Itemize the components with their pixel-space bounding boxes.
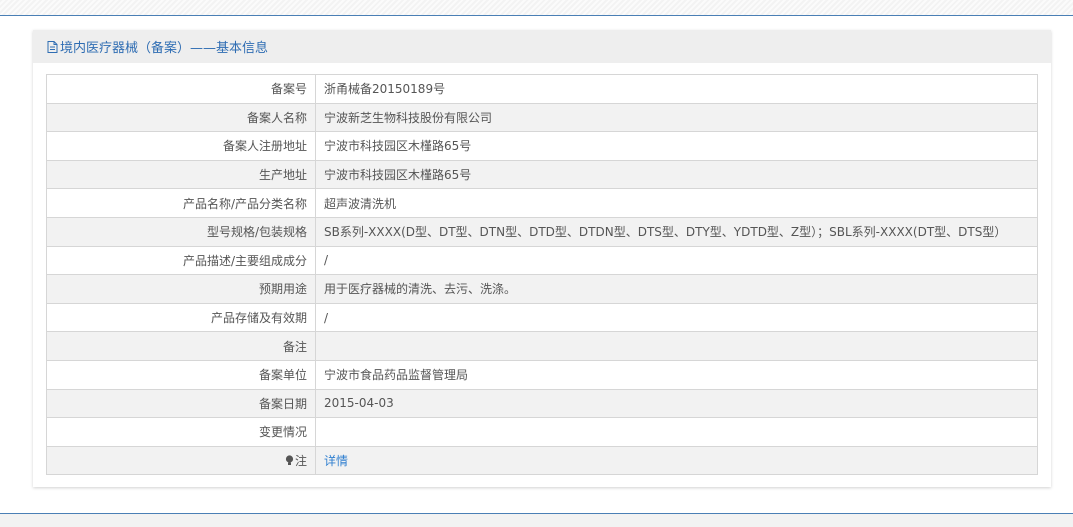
row-value: / — [315, 245, 1038, 276]
info-table: 备案号 浙甬械备20150189号 备案人名称 宁波新芝生物科技股份有限公司 备… — [46, 74, 1038, 476]
row-value: SB系列-XXXX(D型、DT型、DTN型、DTD型、DTDN型、DTS型、DT… — [315, 216, 1038, 247]
top-decorative-band — [0, 0, 1073, 16]
note-label-cell: 注 — [46, 445, 316, 476]
row-label: 预期用途 — [46, 274, 316, 304]
table-row: 备案人名称 宁波新芝生物科技股份有限公司 — [46, 102, 1038, 133]
row-label: 产品存储及有效期 — [46, 302, 316, 333]
row-label: 产品描述/主要组成成分 — [46, 245, 316, 276]
row-label: 产品名称/产品分类名称 — [46, 188, 316, 218]
row-value — [315, 331, 1038, 361]
row-value: 用于医疗器械的清洗、去污、洗涤。 — [315, 274, 1038, 304]
table-row: 产品存储及有效期 / — [46, 302, 1038, 333]
table-row: 注 详情 — [46, 445, 1038, 476]
table-row: 变更情况 — [46, 417, 1038, 447]
row-value: / — [315, 302, 1038, 333]
table-row: 备案日期 2015-04-03 — [46, 388, 1038, 419]
row-value — [315, 417, 1038, 447]
note-value-cell: 详情 — [315, 445, 1038, 476]
row-label: 备案单位 — [46, 359, 316, 390]
row-label: 备案日期 — [46, 388, 316, 419]
row-value: 2015-04-03 — [315, 388, 1038, 419]
table-row: 产品描述/主要组成成分 / — [46, 245, 1038, 276]
table-row: 备注 — [46, 331, 1038, 361]
document-icon — [47, 40, 58, 53]
panel-header: 境内医疗器械（备案）——基本信息 — [33, 30, 1051, 63]
table-row: 型号规格/包装规格 SB系列-XXXX(D型、DT型、DTN型、DTD型、DTD… — [46, 216, 1038, 247]
table-row: 预期用途 用于医疗器械的清洗、去污、洗涤。 — [46, 274, 1038, 304]
details-link[interactable]: 详情 — [324, 454, 348, 468]
basic-info-panel: 境内医疗器械（备案）——基本信息 备案号 浙甬械备20150189号 备案人名称… — [33, 30, 1051, 487]
row-label: 变更情况 — [46, 417, 316, 447]
panel-title: 境内医疗器械（备案）——基本信息 — [60, 41, 269, 56]
row-value: 超声波清洗机 — [315, 188, 1038, 218]
row-label: 备案号 — [46, 74, 316, 104]
table-row: 生产地址 宁波市科技园区木槿路65号 — [46, 159, 1038, 190]
row-label: 备案人名称 — [46, 102, 316, 133]
row-label: 备案人注册地址 — [46, 131, 316, 161]
row-label: 生产地址 — [46, 159, 316, 190]
row-value: 宁波市食品药品监督管理局 — [315, 359, 1038, 390]
row-label: 型号规格/包装规格 — [46, 216, 316, 247]
lightbulb-icon — [285, 455, 294, 466]
table-row: 备案单位 宁波市食品药品监督管理局 — [46, 359, 1038, 390]
row-value: 宁波市科技园区木槿路65号 — [315, 131, 1038, 161]
note-label: 注 — [294, 454, 307, 469]
table-row: 产品名称/产品分类名称 超声波清洗机 — [46, 188, 1038, 218]
bottom-decorative-band — [0, 513, 1073, 527]
row-label: 备注 — [46, 331, 316, 361]
table-row: 备案人注册地址 宁波市科技园区木槿路65号 — [46, 131, 1038, 161]
row-value: 宁波市科技园区木槿路65号 — [315, 159, 1038, 190]
table-row: 备案号 浙甬械备20150189号 — [46, 74, 1038, 104]
row-value: 浙甬械备20150189号 — [315, 74, 1038, 104]
row-value: 宁波新芝生物科技股份有限公司 — [315, 102, 1038, 133]
